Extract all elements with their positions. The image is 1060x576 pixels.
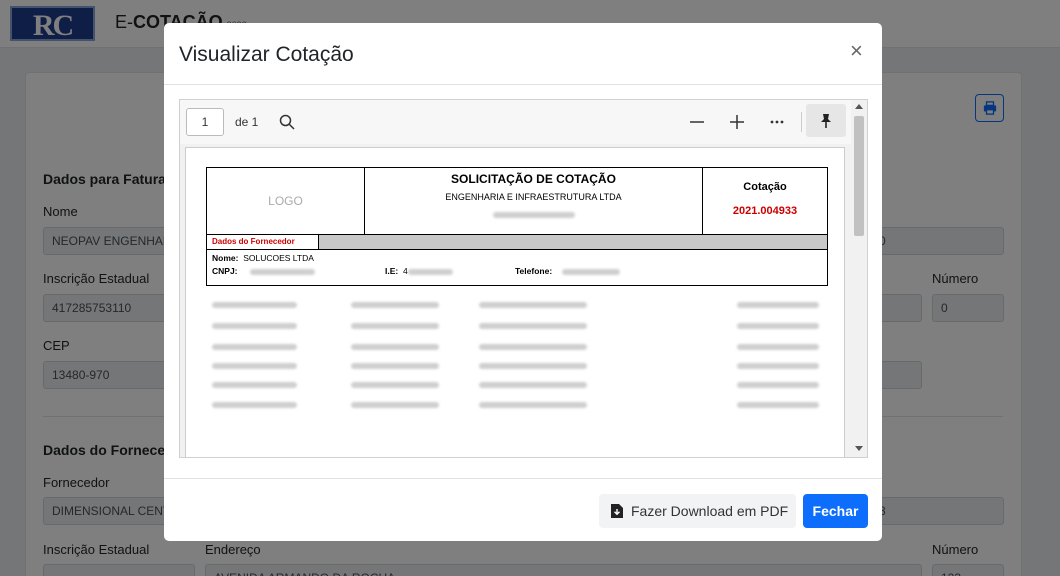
nome-value: SOLUCOES LTDA [243, 253, 314, 263]
cnpj-label: CNPJ: [212, 266, 238, 276]
pdf-scrollbar[interactable] [851, 100, 867, 457]
modal-footer: Fazer Download em PDF Fechar [164, 478, 882, 541]
page-count-label: de 1 [235, 115, 259, 129]
redacted-address [365, 206, 702, 224]
telefone-redacted [561, 268, 620, 275]
modal-header: Visualizar Cotação × [164, 23, 882, 85]
redacted-row [212, 296, 819, 314]
redacted-row [212, 317, 819, 335]
telefone-label: Telefone: [515, 266, 553, 276]
cotacao-number: 2021.004933 [732, 205, 798, 217]
document-title-block: SOLICITAÇÃO DE COTAÇÃO ENGENHARIA E INFR… [365, 168, 703, 234]
supplier-bar-label: Dados do Fornecedor [207, 235, 319, 250]
supplier-bar: Dados do Fornecedor [206, 235, 828, 250]
nome-label: Nome: [212, 253, 239, 263]
company-name: ENGENHARIA E INFRAESTRUTURA LTDA [445, 192, 622, 202]
zoom-in-icon[interactable] [726, 111, 748, 133]
close-icon[interactable]: × [850, 40, 863, 62]
pdf-viewer[interactable]: 1 de 1 LOGO SOLICITAÇÃO DE COTAÇÃO ENGEN… [179, 99, 868, 458]
pin-icon [821, 113, 831, 128]
redacted-row [212, 376, 819, 394]
redacted-row [212, 338, 819, 356]
download-pdf-label: Fazer Download em PDF [631, 503, 789, 519]
ie-value: 4 [402, 266, 408, 276]
fechar-button[interactable]: Fechar [803, 494, 868, 528]
scroll-down-icon[interactable] [855, 446, 863, 451]
page-number-input[interactable]: 1 [186, 108, 224, 136]
zoom-out-icon[interactable] [686, 111, 708, 133]
document-header: LOGO SOLICITAÇÃO DE COTAÇÃO ENGENHARIA E… [206, 167, 828, 235]
file-download-icon [611, 504, 623, 518]
logo-placeholder: LOGO [207, 168, 365, 234]
ie-redacted [407, 268, 453, 275]
visualizar-cotacao-modal: Visualizar Cotação × 1 de 1 LOGO SOLICIT… [164, 23, 882, 541]
toolbar-separator [801, 112, 802, 132]
cotacao-block: Cotação 2021.004933 [703, 168, 827, 234]
cnpj-redacted [249, 268, 315, 275]
more-icon[interactable] [766, 111, 788, 133]
document-title: SOLICITAÇÃO DE COTAÇÃO [451, 172, 616, 186]
modal-title: Visualizar Cotação [179, 43, 354, 66]
scroll-thumb[interactable] [854, 116, 864, 236]
cotacao-label: Cotação [743, 181, 787, 193]
pin-button[interactable] [806, 104, 846, 137]
pdf-toolbar: 1 de 1 [180, 100, 867, 144]
scroll-up-icon[interactable] [855, 104, 863, 109]
redacted-row [212, 396, 819, 414]
pdf-page: LOGO SOLICITAÇÃO DE COTAÇÃO ENGENHARIA E… [185, 147, 845, 457]
ie-label: I.E: [385, 266, 399, 276]
supplier-info: Nome: SOLUCOES LTDA CNPJ: I.E: 4 Telefon… [206, 250, 828, 286]
download-pdf-button[interactable]: Fazer Download em PDF [599, 494, 796, 528]
redacted-row [212, 357, 819, 375]
search-icon[interactable] [276, 111, 298, 133]
